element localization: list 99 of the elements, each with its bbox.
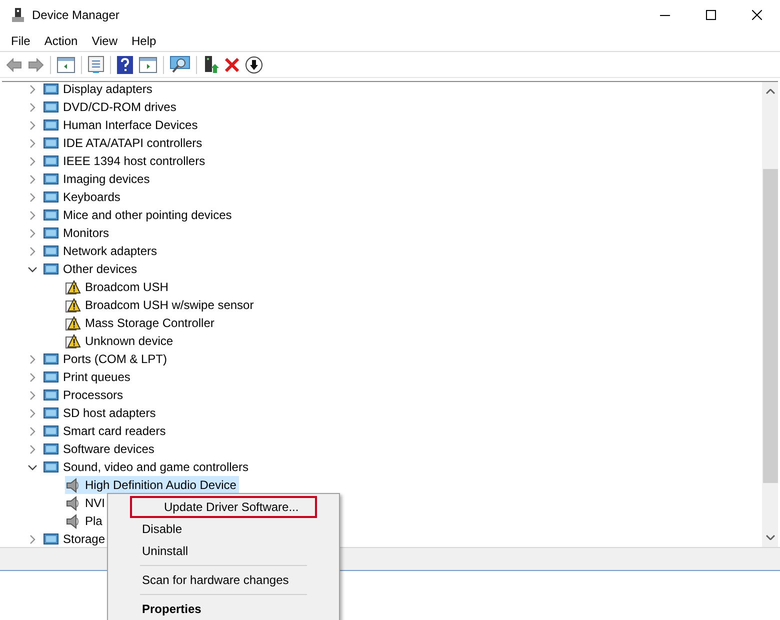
warning-device-icon (65, 315, 81, 331)
expand-caret-icon[interactable] (28, 372, 37, 382)
scroll-up-icon[interactable] (766, 89, 774, 94)
tree-item[interactable]: Keyboards (62, 188, 122, 206)
expand-caret-icon[interactable] (28, 138, 37, 148)
tree-item[interactable]: IEEE 1394 host controllers (62, 152, 206, 170)
tree-item[interactable]: DVD/CD-ROM drives (62, 98, 178, 116)
menu-item[interactable]: Action (37, 32, 85, 50)
tree-item[interactable]: High Definition Audio Device (65, 476, 240, 494)
tree-item[interactable]: Other devices (62, 260, 138, 278)
expand-caret-icon[interactable] (28, 444, 37, 454)
tree-item[interactable]: Display adapters (62, 80, 154, 98)
collapse-caret-icon[interactable] (28, 462, 37, 472)
tree-item[interactable]: IDE ATA/ATAPI controllers (62, 134, 204, 152)
tree-item[interactable]: Mass Storage Controller (65, 314, 218, 332)
expand-caret-icon[interactable] (28, 228, 37, 238)
device-icon (43, 369, 59, 385)
tree-item[interactable]: SD host adapters (62, 404, 157, 422)
device-icon (43, 261, 59, 277)
device-icon (43, 99, 59, 115)
device-icon (43, 153, 59, 169)
uninstall-icon[interactable] (225, 58, 239, 72)
console-tree-icon[interactable] (57, 56, 75, 72)
minimize-icon (660, 14, 670, 16)
properties-icon[interactable] (88, 56, 104, 73)
expand-caret-icon[interactable] (28, 210, 37, 220)
menu-item[interactable]: Update Driver Software... (130, 496, 317, 518)
tree-item[interactable]: Smart card readers (62, 422, 167, 440)
device-icon (43, 225, 59, 241)
speaker-icon (65, 513, 81, 529)
warning-device-icon (65, 297, 81, 313)
device-icon (43, 459, 59, 475)
tree-item[interactable]: Print queues (62, 368, 132, 386)
device-icon (43, 189, 59, 205)
tree-item[interactable]: Pla (65, 512, 106, 530)
device-icon (43, 81, 59, 97)
expand-caret-icon[interactable] (28, 354, 37, 364)
expand-caret-icon[interactable] (28, 246, 37, 256)
scroll-down-icon[interactable] (766, 535, 774, 540)
menu-item[interactable]: Scan for hardware changes (110, 569, 337, 591)
action-pane-icon[interactable] (139, 56, 157, 72)
expand-caret-icon[interactable] (28, 120, 37, 130)
device-manager-icon (10, 7, 26, 23)
update-driver-icon[interactable] (203, 56, 219, 74)
menu-item[interactable]: Properties (110, 598, 337, 620)
tree-item[interactable]: Human Interface Devices (62, 116, 199, 134)
forward-icon[interactable] (28, 58, 44, 72)
device-icon (43, 441, 59, 457)
device-icon (43, 135, 59, 151)
tree-item[interactable]: Processors (62, 386, 124, 404)
expand-caret-icon[interactable] (28, 84, 37, 94)
tree-item[interactable]: Software devices (62, 440, 156, 458)
scrollbar-thumb[interactable] (762, 169, 778, 483)
scrollbar[interactable] (762, 82, 778, 547)
menu-item[interactable]: File (4, 32, 38, 50)
expand-caret-icon[interactable] (28, 426, 37, 436)
menu-item[interactable]: View (84, 32, 124, 50)
tree-item[interactable]: Sound, video and game controllers (62, 458, 250, 476)
tree-item[interactable]: Broadcom USH w/swipe sensor (65, 296, 257, 314)
back-icon[interactable] (6, 58, 22, 72)
tree-item[interactable]: NVI (65, 494, 108, 512)
expand-caret-icon[interactable] (28, 390, 37, 400)
expand-caret-icon[interactable] (28, 102, 37, 112)
monitor-search-icon[interactable] (170, 56, 190, 74)
warning-device-icon (65, 279, 81, 295)
tree-item[interactable]: Storage (62, 530, 106, 547)
tree-item[interactable]: Unknown device (65, 332, 176, 350)
tree-item[interactable]: Broadcom USH (65, 278, 172, 296)
menu-item[interactable]: Help (124, 32, 164, 50)
window-title: Device Manager (32, 7, 120, 24)
device-icon (43, 351, 59, 367)
menu-item[interactable]: Uninstall (110, 540, 337, 562)
device-icon (43, 171, 59, 187)
expand-caret-icon[interactable] (28, 156, 37, 166)
device-icon (43, 207, 59, 223)
download-icon[interactable] (245, 56, 263, 74)
device-icon (43, 387, 59, 403)
menu-item[interactable]: Disable (110, 518, 337, 540)
device-icon (43, 243, 59, 259)
maximize-icon (706, 10, 716, 20)
tree-item[interactable]: Network adapters (62, 242, 158, 260)
close-icon (752, 10, 762, 20)
expand-caret-icon[interactable] (28, 408, 37, 418)
tree-item[interactable]: Ports (COM & LPT) (62, 350, 168, 368)
device-icon (43, 531, 59, 547)
speaker-icon (65, 477, 81, 493)
expand-caret-icon[interactable] (28, 534, 37, 544)
collapse-caret-icon[interactable] (28, 264, 37, 274)
tree-item[interactable]: Imaging devices (62, 170, 151, 188)
expand-caret-icon[interactable] (28, 192, 37, 202)
device-icon (43, 423, 59, 439)
help-icon[interactable] (117, 56, 133, 74)
tree-item[interactable]: Mice and other pointing devices (62, 206, 233, 224)
device-icon (43, 117, 59, 133)
device-icon (43, 405, 59, 421)
tree-item[interactable]: Monitors (62, 224, 110, 242)
warning-device-icon (65, 333, 81, 349)
speaker-icon (65, 495, 81, 511)
expand-caret-icon[interactable] (28, 174, 37, 184)
